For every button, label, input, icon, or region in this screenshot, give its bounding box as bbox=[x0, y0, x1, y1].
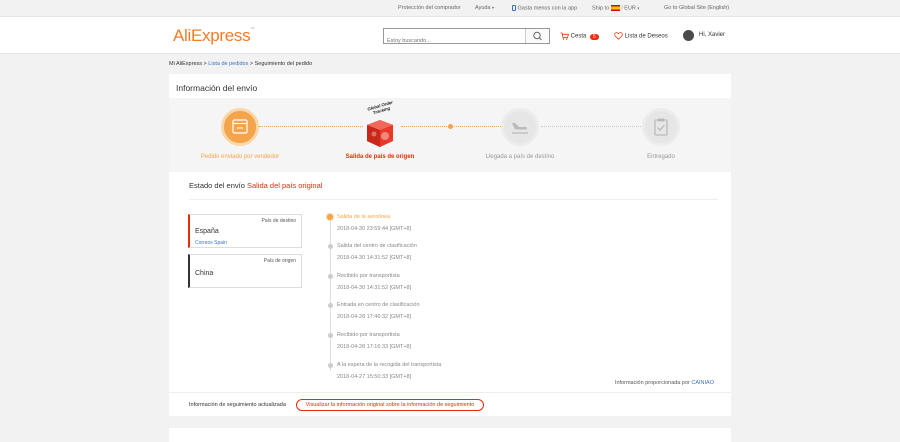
heart-icon bbox=[614, 32, 623, 40]
search-box bbox=[383, 28, 550, 48]
progress-steps: Pedido enviado por vendedor Global Order… bbox=[169, 98, 731, 172]
top-bar: Protección del comprador Ayuda ▾ Gasta m… bbox=[0, 0, 900, 17]
global-order-tracking-badge: Global Order Tracking bbox=[359, 100, 401, 148]
package-icon bbox=[232, 119, 248, 134]
carrier-link[interactable]: Correos Spain bbox=[195, 240, 227, 246]
timeline-event: Salida del centro de clasificación 2018-… bbox=[337, 243, 417, 261]
site-header: AliExpress™ Cesta 5 Lista de Deseos Hi, … bbox=[0, 17, 900, 54]
step-3-label: Llegada a país de destino bbox=[485, 154, 555, 160]
user-greeting[interactable]: Hi, Xavier bbox=[699, 32, 725, 38]
cart-link[interactable]: Cesta 5 bbox=[560, 32, 599, 40]
step-1-label: Pedido enviado por vendedor bbox=[200, 154, 280, 160]
step-2-label: Salida de país de origen bbox=[345, 154, 415, 160]
origin-country-card[interactable]: País de origen China bbox=[188, 254, 302, 288]
breadcrumb: Mi AliExpress > Lista de pedidos > Segui… bbox=[169, 61, 313, 67]
global-site-link[interactable]: Go to Global Site (English) bbox=[664, 5, 729, 11]
chevron-down-icon: ▾ bbox=[492, 5, 495, 10]
step-3-circle bbox=[501, 108, 539, 146]
phone-icon bbox=[512, 5, 516, 11]
user-avatar[interactable] bbox=[683, 30, 694, 41]
divider bbox=[189, 199, 718, 200]
step-1-circle bbox=[221, 108, 259, 146]
timeline-dot bbox=[328, 333, 333, 338]
step-4-label: Entregado bbox=[647, 154, 675, 160]
timeline-event: Recibido por transportista 2018-04-30 14… bbox=[337, 273, 412, 291]
ship-to-selector[interactable]: Ship to / EUR ▾ bbox=[592, 5, 639, 11]
provider-credit: Información proporcionada por CAINIAO bbox=[614, 380, 714, 386]
step-4-circle bbox=[642, 108, 680, 146]
chevron-down-icon: ▾ bbox=[637, 5, 640, 11]
timeline-event: Recibido por transportista 2018-04-28 17… bbox=[337, 332, 412, 350]
search-icon bbox=[533, 31, 542, 41]
secondary-card bbox=[169, 428, 731, 442]
timeline-dot-current bbox=[326, 213, 334, 221]
timeline-line bbox=[330, 216, 331, 371]
aliexpress-logo[interactable]: AliExpress™ bbox=[173, 26, 254, 46]
app-link[interactable]: Gasta menos con la app bbox=[512, 5, 577, 11]
cart-icon bbox=[560, 32, 570, 40]
view-original-tracking-button[interactable]: Visualizar la información original sobre… bbox=[296, 399, 484, 411]
clipboard-check-icon bbox=[654, 118, 668, 136]
destination-country-card[interactable]: País de destino España Correos Spain bbox=[188, 214, 302, 248]
search-button[interactable] bbox=[525, 29, 549, 43]
plane-landing-icon bbox=[512, 123, 528, 134]
timeline-dot bbox=[328, 303, 333, 308]
cart-count-badge: 5 bbox=[590, 33, 599, 40]
progress-marker bbox=[448, 124, 453, 129]
timeline-event: Salida de la aerolínea 2018-04-30 23:59:… bbox=[337, 214, 412, 232]
status-value: Salida del país original bbox=[246, 181, 323, 190]
timeline-dot bbox=[328, 244, 333, 249]
shipping-info-card: Información del envío Pedido enviado por… bbox=[169, 74, 731, 416]
breadcrumb-orders[interactable]: Lista de pedidos bbox=[208, 61, 248, 67]
provider-link[interactable]: CAINIAO bbox=[691, 380, 714, 386]
timeline-event: Entrada en centro de clasificación 2018-… bbox=[337, 302, 420, 320]
help-menu[interactable]: Ayuda ▾ bbox=[475, 5, 494, 11]
shipping-status: Estado del envío Salida del país origina… bbox=[189, 181, 323, 190]
box-icon bbox=[367, 120, 393, 147]
timeline-dot bbox=[328, 363, 333, 368]
breadcrumb-current: Seguimiento del pedido bbox=[254, 61, 313, 67]
timeline-event: A la espera de la recogida del transport… bbox=[337, 362, 442, 380]
search-input[interactable] bbox=[384, 34, 522, 48]
timeline-dot bbox=[328, 274, 333, 279]
step-connector bbox=[259, 126, 363, 127]
buyer-protection-link[interactable]: Protección del comprador bbox=[398, 5, 461, 11]
spain-flag-icon bbox=[610, 5, 620, 11]
divider bbox=[169, 392, 731, 393]
wishlist-link[interactable]: Lista de Deseos bbox=[614, 32, 668, 40]
page-title: Información del envío bbox=[176, 83, 258, 93]
tracking-updated-text: Información de seguimiento actualizada bbox=[189, 402, 286, 408]
breadcrumb-home[interactable]: Mi AliExpress bbox=[169, 61, 202, 67]
